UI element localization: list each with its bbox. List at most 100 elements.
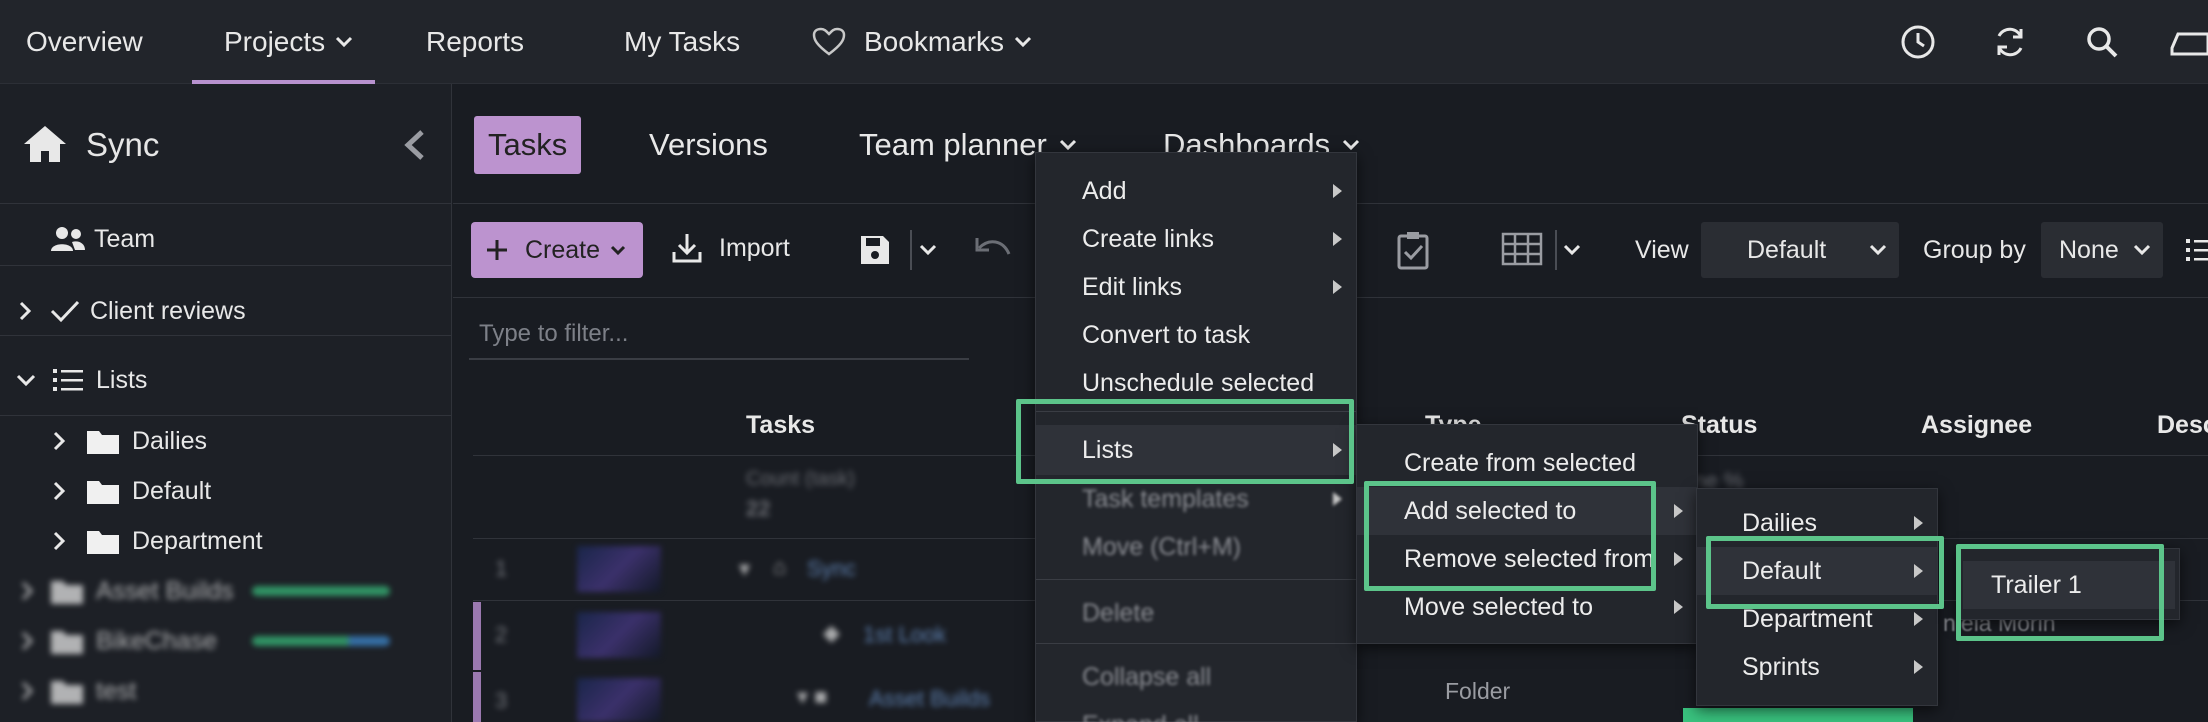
menu-item-move[interactable]: Move (Ctrl+M)	[1036, 523, 1356, 571]
progress-bar	[252, 586, 390, 596]
caret-right-icon	[1914, 564, 1923, 578]
column-header-assignee[interactable]: Assignee	[1921, 411, 2032, 440]
table-icon[interactable]	[1501, 232, 1543, 266]
caret-right-icon	[1333, 184, 1342, 198]
thumbnail	[577, 546, 661, 592]
menu-item-edit-links[interactable]: Edit links	[1036, 263, 1356, 311]
undo-icon[interactable]	[975, 236, 1011, 264]
column-header-tasks[interactable]: Tasks	[746, 411, 815, 440]
count-label: Count (task)	[746, 468, 855, 490]
project-name: Sync	[86, 126, 160, 163]
nav-my-tasks[interactable]: My Tasks	[624, 0, 740, 84]
folder-icon	[87, 531, 119, 554]
menu-item-trailer-1[interactable]: Trailer 1	[1963, 561, 2175, 609]
project-header: Sync	[0, 84, 452, 204]
create-button[interactable]: Create	[471, 222, 643, 278]
check-icon	[50, 300, 80, 323]
menu-item-add-selected-to[interactable]: Add selected to	[1357, 487, 1697, 535]
download-icon	[672, 234, 702, 263]
menu-item-list-department[interactable]: Department	[1697, 595, 1937, 643]
menu-item-convert-to-task[interactable]: Convert to task	[1036, 311, 1356, 359]
chevron-right-icon	[53, 531, 66, 551]
plus-icon	[487, 240, 507, 260]
chevron-down-icon	[336, 36, 353, 48]
inbox-icon[interactable]	[2168, 22, 2208, 62]
nav-reports[interactable]: Reports	[426, 0, 524, 84]
sidebar-list-item[interactable]: Default	[52, 467, 211, 515]
lists-submenu: Create from selected Add selected to Rem…	[1356, 424, 1698, 644]
tab-versions[interactable]: Versions	[635, 116, 782, 174]
clock-icon[interactable]	[1898, 22, 1938, 62]
caret-right-icon	[1914, 660, 1923, 674]
chevron-down-icon	[1014, 36, 1032, 48]
caret-right-icon	[1674, 504, 1683, 518]
chevron-down-icon	[2133, 244, 2151, 256]
chevron-right-icon	[21, 631, 34, 651]
sidebar-blurred-item[interactable]: BikeChase	[20, 617, 390, 665]
chevron-down-icon	[1343, 139, 1360, 151]
menu-item-unschedule-selected[interactable]: Unschedule selected	[1036, 359, 1356, 407]
caret-right-icon	[1333, 492, 1342, 506]
toolbar-divider	[1555, 230, 1557, 270]
search-icon[interactable]	[2082, 22, 2122, 62]
list-icon	[53, 369, 83, 391]
sync-icon[interactable]	[1990, 22, 2030, 62]
import-button[interactable]: Import	[671, 232, 790, 264]
caret-right-icon	[1914, 612, 1923, 626]
nav-overview[interactable]: Overview	[26, 0, 143, 84]
sidebar-list-item[interactable]: Department	[52, 517, 263, 565]
caret-right-icon	[1674, 552, 1683, 566]
menu-item-collapse-all[interactable]: Collapse all	[1036, 653, 1356, 701]
menu-item-remove-selected-from[interactable]: Remove selected from	[1357, 535, 1697, 583]
progress-bar	[252, 636, 390, 646]
caret-right-icon	[1333, 232, 1342, 246]
chevron-down-icon	[1059, 139, 1076, 151]
nav-projects[interactable]: Projects	[224, 0, 353, 84]
menu-item-list-dailies[interactable]: Dailies	[1697, 499, 1937, 547]
menu-item-delete[interactable]: Delete	[1036, 589, 1356, 637]
menu-item-add[interactable]: Add	[1036, 167, 1356, 215]
sidebar-list-item[interactable]: Dailies	[52, 417, 207, 465]
count-value: 22	[746, 496, 771, 521]
chevron-right-icon	[21, 581, 34, 601]
filter-input[interactable]: Type to filter...	[469, 310, 969, 360]
menu-item-expand-all[interactable]: Expand all	[1036, 701, 1356, 722]
save-icon[interactable]	[859, 234, 891, 266]
group-by-select[interactable]: None	[2041, 222, 2163, 278]
add-selected-to-submenu: Dailies Default Department Sprints	[1696, 488, 1938, 706]
caret-right-icon	[1914, 516, 1923, 530]
chevron-right-icon	[53, 481, 66, 501]
folder-icon	[51, 581, 83, 604]
home-icon	[24, 126, 66, 162]
sidebar-item-team[interactable]: Team	[50, 215, 155, 263]
sidebar-item-lists[interactable]: Lists	[16, 356, 147, 404]
sidebar-blurred-item[interactable]: Asset Builds	[20, 567, 390, 615]
folder-icon	[51, 681, 83, 704]
menu-item-lists[interactable]: Lists	[1036, 425, 1356, 475]
column-header-description[interactable]: Desc	[2157, 411, 2208, 440]
menu-item-list-sprints[interactable]: Sprints	[1697, 643, 1937, 691]
toolbar-divider	[910, 230, 912, 270]
menu-item-create-links[interactable]: Create links	[1036, 215, 1356, 263]
list-options-icon[interactable]	[2186, 236, 2208, 264]
menu-item-list-default[interactable]: Default	[1697, 547, 1937, 595]
menu-item-move-selected-to[interactable]: Move selected to	[1357, 583, 1697, 631]
view-label: View	[1635, 236, 1689, 264]
menu-item-create-from-selected[interactable]: Create from selected	[1357, 439, 1697, 487]
sidebar-item-client-reviews[interactable]: Client reviews	[18, 287, 246, 335]
group-by-label: Group by	[1923, 236, 2026, 264]
chevron-down-icon	[16, 374, 36, 387]
chevron-down-icon[interactable]	[1563, 244, 1581, 256]
clipboard-check-icon[interactable]	[1396, 230, 1430, 270]
chevron-right-icon	[53, 431, 66, 451]
view-select[interactable]: Default	[1701, 222, 1899, 278]
chevron-down-icon[interactable]	[919, 244, 937, 256]
collapse-sidebar-icon[interactable]	[404, 130, 426, 160]
menu-divider	[1036, 643, 1356, 644]
nav-bookmarks[interactable]: Bookmarks	[812, 0, 1032, 84]
folder-icon	[87, 431, 119, 454]
tab-tasks[interactable]: Tasks	[474, 116, 582, 174]
thumbnail	[577, 678, 661, 722]
menu-item-task-templates[interactable]: Task templates	[1036, 475, 1356, 523]
sidebar-blurred-item[interactable]: test	[20, 667, 136, 715]
